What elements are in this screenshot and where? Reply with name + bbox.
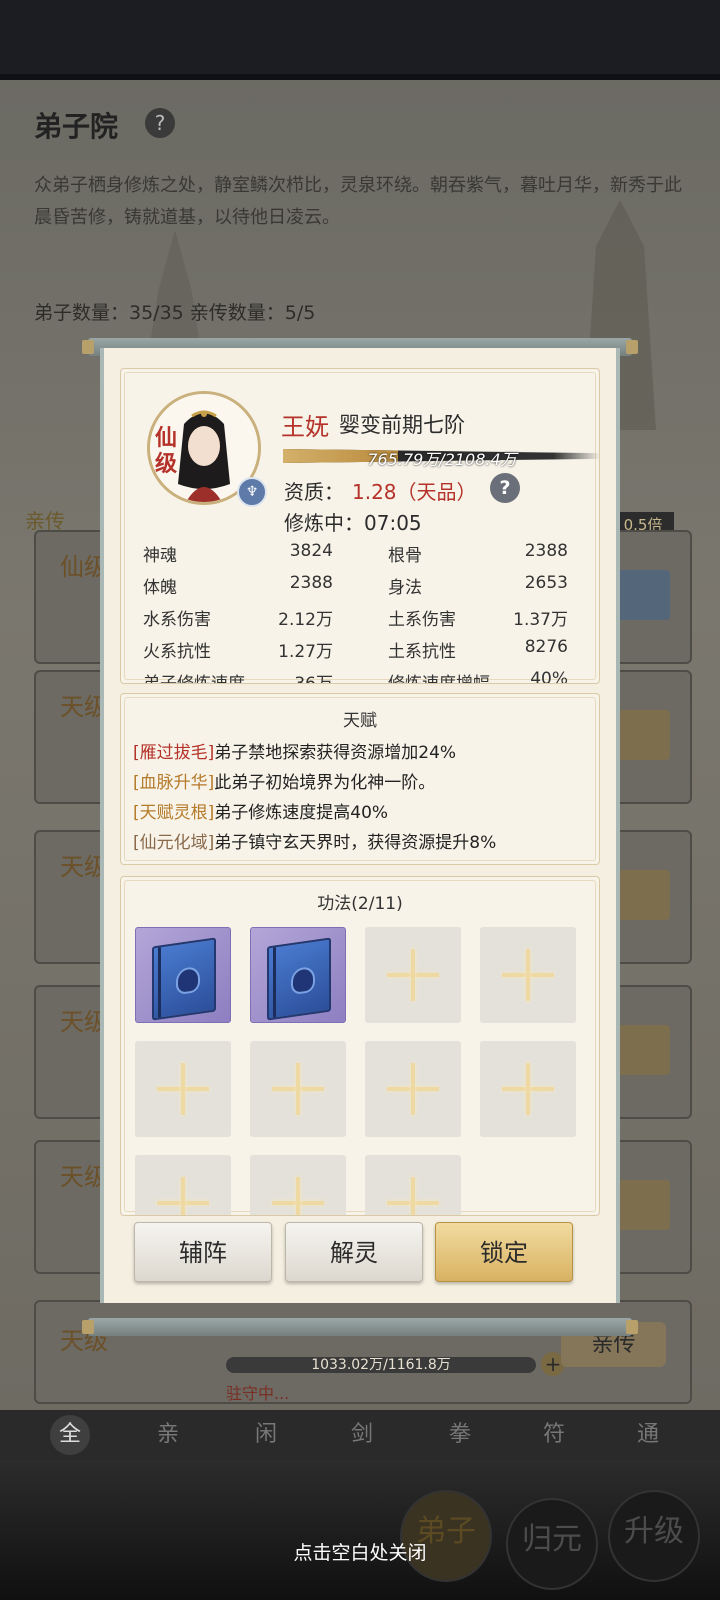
filter-close[interactable]: 亲	[146, 1417, 190, 1453]
skills-panel: 功法(2/11)	[120, 876, 600, 1216]
stat-item: 根骨 2388	[388, 541, 568, 566]
talent-item: [血脉升华]此弟子初始境界为化神一阶。	[133, 773, 436, 793]
stat-item: 水系伤害 2.12万	[143, 610, 333, 630]
filter-general[interactable]: 通	[626, 1417, 670, 1453]
disciple-detail-dialog: 仙级 ♆ 王妩 婴变前期七阶 765.79万/2108.4万 资质： 1.28（…	[100, 348, 620, 1303]
skill-book-icon	[267, 937, 331, 1021]
skill-slot-empty[interactable]	[365, 1155, 461, 1215]
water-element-icon: ♆	[237, 477, 267, 507]
skill-book-icon	[152, 937, 216, 1021]
page-description: 众弟子栖身修炼之处，静室鳞次栉比，灵泉环绕。朝吞紫气，暮吐月华，新秀于此晨昏苦修…	[34, 175, 682, 228]
aptitude-label: 资质：	[284, 480, 344, 504]
filter-fist[interactable]: 拳	[438, 1417, 482, 1453]
skill-slot-book[interactable]	[135, 927, 231, 1023]
skill-slot-empty[interactable]	[135, 1155, 231, 1215]
filter-idle[interactable]: 闲	[244, 1417, 288, 1453]
disciple-card[interactable]: 天级 1033.02万/1161.8万 + 亲传 驻守中...	[34, 1300, 692, 1404]
help-icon[interactable]: ?	[145, 108, 175, 138]
lock-button[interactable]: 锁定	[435, 1222, 573, 1282]
skill-slot-book[interactable]	[250, 927, 346, 1023]
help-icon[interactable]: ?	[490, 473, 520, 503]
filter-bar: 全 亲 闲 剑 拳 符 通	[0, 1410, 720, 1460]
disciple-name: 王妩	[281, 413, 329, 441]
stat-item: 火系抗性 1.27万	[143, 642, 333, 662]
stat-item: 土系伤害 1.37万	[388, 610, 568, 630]
disciple-realm: 婴变前期七阶	[339, 413, 465, 437]
page-title: 弟子院	[34, 110, 119, 143]
filter-sword[interactable]: 剑	[340, 1417, 384, 1453]
talent-item: [天赋灵根]弟子修炼速度提高40%	[133, 803, 389, 823]
top-bar	[0, 0, 720, 80]
skill-slot-empty[interactable]	[135, 1041, 231, 1137]
stat-item: 身法 2653	[388, 573, 568, 598]
status-time: 07:05	[364, 511, 422, 535]
stat-item: 土系抗性 8276	[388, 637, 568, 662]
scroll-rod-bottom	[82, 1318, 638, 1336]
disciple-nav-button[interactable]: 弟子	[400, 1490, 492, 1582]
stat-item: 修炼速度增幅 40%	[388, 669, 568, 684]
status-line: 修炼中：07:05	[284, 507, 422, 536]
skill-slot-empty[interactable]	[480, 1041, 576, 1137]
skill-slot-empty[interactable]	[250, 1041, 346, 1137]
profile-panel: 仙级 ♆ 王妩 婴变前期七阶 765.79万/2108.4万 资质： 1.28（…	[120, 368, 600, 684]
stat-item: 体魄 2388	[143, 573, 333, 598]
skill-slot-empty[interactable]	[250, 1155, 346, 1215]
status-text: 驻守中...	[226, 1384, 290, 1403]
formation-button[interactable]: 辅阵	[134, 1222, 272, 1282]
talent-item: [雁过拔毛]弟子禁地探索获得资源增加24%	[133, 743, 457, 763]
disciple-count: 弟子数量：35/35 亲传数量：5/5	[34, 302, 316, 324]
talent-title: 天赋	[343, 711, 377, 731]
status-label: 修炼中：	[284, 511, 364, 535]
upgrade-nav-button[interactable]: 升级	[608, 1490, 700, 1582]
bottom-nav: 弟子 归元 升级	[0, 1460, 720, 1600]
close-hint[interactable]: 点击空白处关闭	[0, 1538, 720, 1565]
filter-all[interactable]: 全	[50, 1415, 90, 1455]
skill-slot-empty[interactable]	[365, 927, 461, 1023]
talent-item: [仙元化域]弟子镇守玄天界时，获得资源提升8%	[133, 833, 497, 853]
aptitude-value: 1.28（天品）	[352, 480, 477, 504]
rank-badge: 仙级	[154, 425, 177, 477]
stat-item: 神魂 3824	[143, 541, 333, 566]
exp-text: 765.79万/2108.4万	[367, 450, 517, 469]
skills-title: 功法(2/11)	[317, 894, 403, 914]
action-bar: 辅阵 解灵 锁定	[104, 1222, 616, 1284]
skill-slot-empty[interactable]	[365, 1041, 461, 1137]
exp-bar: 1033.02万/1161.8万	[226, 1357, 536, 1373]
stat-item: 弟子修炼速度 36万	[143, 674, 333, 684]
skill-slot-empty[interactable]	[480, 927, 576, 1023]
filter-talisman[interactable]: 符	[532, 1417, 576, 1453]
release-button[interactable]: 解灵	[285, 1222, 423, 1282]
talent-panel: 天赋 [雁过拔毛]弟子禁地探索获得资源增加24% [血脉升华]此弟子初始境界为化…	[120, 693, 600, 865]
